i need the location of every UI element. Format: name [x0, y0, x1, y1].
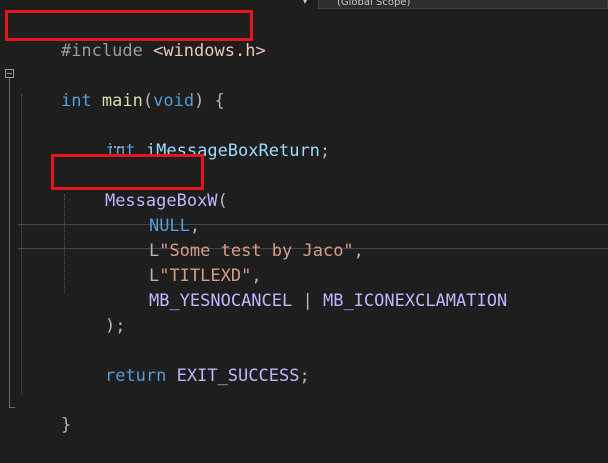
macro-constant: EXIT_SUCCESS	[176, 366, 300, 386]
paren: (	[142, 91, 154, 111]
semicolon: ;	[299, 366, 310, 386]
include-file: <windows.h>	[153, 41, 266, 61]
macro-constant: MB_YESNOCANCEL	[148, 291, 293, 311]
code-line-arg4: MB_YESNOCANCEL | MB_ICONEXCLAMATION	[108, 264, 507, 311]
code-editor[interactable]: #include <windows.h> int main(void) { in…	[0, 10, 608, 435]
void-keyword: void	[153, 91, 195, 111]
paren: (	[217, 191, 228, 211]
code-line-arg2: L"Some test by Jaco",	[108, 214, 364, 261]
navigation-bar: ▾ (Global Scope)	[0, 0, 608, 10]
function-name: main	[101, 91, 143, 111]
collapse-icon[interactable]	[5, 69, 14, 78]
closing-brace: }	[60, 415, 72, 435]
code-line-main: int main(void) {	[20, 64, 225, 111]
fold-line	[9, 78, 10, 408]
semicolon: ;	[319, 141, 331, 161]
code-line-call-close: );	[64, 289, 125, 336]
macro-constant: MB_ICONEXCLAMATION	[322, 291, 508, 311]
highlight-box-call	[51, 154, 204, 190]
highlight-box-include	[5, 10, 253, 41]
comma: ,	[353, 241, 364, 261]
chevron-down-icon[interactable]: ▾	[298, 0, 312, 8]
scope-dropdown[interactable]: (Global Scope)	[318, 0, 608, 9]
code-line-return: return EXIT_SUCCESS;	[64, 339, 310, 386]
pipe-operator: |	[292, 291, 323, 311]
scope-label: (Global Scope)	[337, 0, 411, 8]
paren-semicolon: );	[104, 316, 126, 336]
fold-line-end	[9, 407, 15, 408]
return-keyword: return	[104, 366, 167, 386]
code-line-declaration: int iMessageBoxReturn;	[64, 114, 330, 161]
code-line-close-brace: }	[20, 388, 71, 435]
paren-brace: ) {	[194, 91, 225, 111]
type-keyword: int	[60, 91, 92, 111]
code-line-arg1: NULL,	[108, 189, 200, 236]
warning-squiggle	[110, 144, 124, 148]
code-line-arg3: L"TITLEXD",	[108, 239, 262, 286]
indent-guide	[21, 94, 22, 394]
include-directive: #include	[60, 41, 143, 61]
